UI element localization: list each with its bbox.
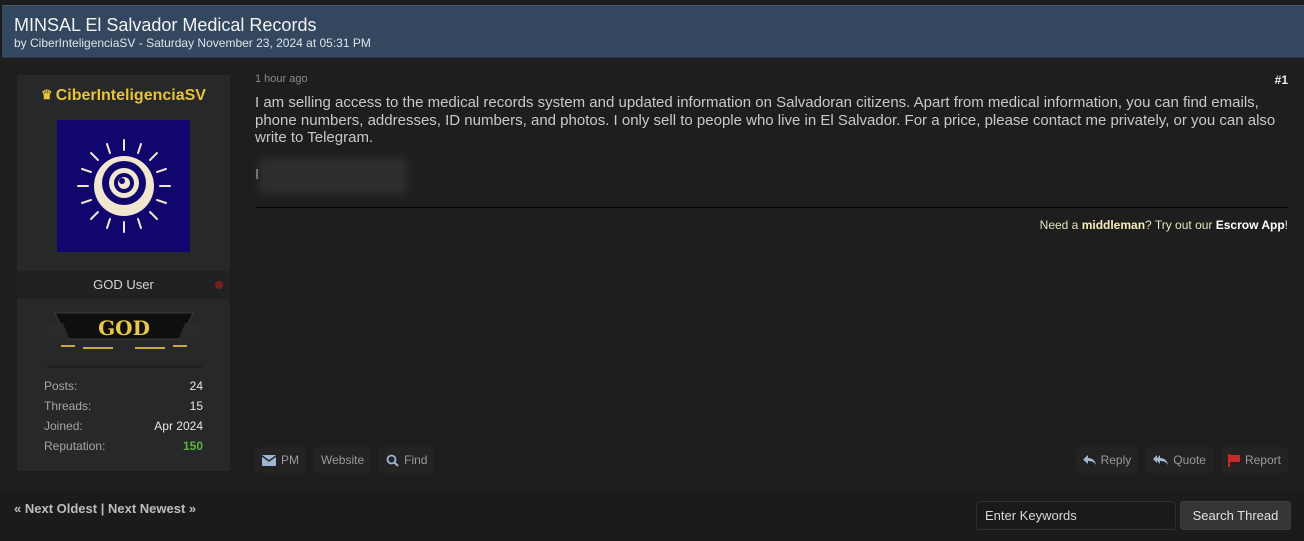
stat-label: Joined: <box>44 419 83 433</box>
thread-meta: by CiberInteligenciaSV - Saturday Novemb… <box>14 36 371 50</box>
post-actions-right: Reply Quote Report <box>1075 447 1288 473</box>
search-icon <box>386 454 399 467</box>
thread-footer: « Next Oldest | Next Newest » Search Thr… <box>0 490 1304 541</box>
stat-label: Reputation: <box>44 439 106 453</box>
post-number-link[interactable]: #1 <box>1275 73 1288 87</box>
report-label: Report <box>1244 453 1281 467</box>
flag-icon <box>1227 453 1240 467</box>
next-oldest-link[interactable]: « Next Oldest <box>14 501 97 516</box>
badge-text: GOD <box>98 316 150 340</box>
sig-text: ? Try out our <box>1145 218 1216 232</box>
stat-value: Apr 2024 <box>154 419 203 433</box>
stat-label: Threads: <box>44 399 92 413</box>
search-keywords-input[interactable] <box>976 501 1176 530</box>
stat-joined: Joined: Apr 2024 <box>44 419 203 439</box>
username-text: CiberInteligenciaSV <box>55 87 206 104</box>
quote-button[interactable]: Quote <box>1146 447 1213 473</box>
stat-threads: Threads: 15 <box>44 399 203 419</box>
report-button[interactable]: Report <box>1220 447 1288 473</box>
author-panel: ♛ CiberInteligenciaSV GOD User GOD Posts… <box>17 75 230 471</box>
post: ♛ CiberInteligenciaSV GOD User GOD Posts… <box>0 58 1304 490</box>
middleman-link[interactable]: middleman <box>1082 218 1145 232</box>
signature-divider <box>255 207 1288 208</box>
reply-button[interactable]: Reply <box>1075 447 1139 473</box>
stat-label: Posts: <box>44 379 78 393</box>
reply-icon <box>1082 455 1096 465</box>
author-details: GOD Posts: 24 Threads: 15 Joined: Apr 20… <box>17 299 230 471</box>
author-username[interactable]: ♛ CiberInteligenciaSV <box>17 87 230 105</box>
stat-value: 24 <box>189 379 203 393</box>
sig-text: ! <box>1284 218 1288 232</box>
envelope-icon <box>262 454 276 466</box>
quote-label: Quote <box>1173 453 1206 467</box>
crown-icon: ♛ <box>41 87 53 102</box>
nav-separator: | <box>97 501 108 516</box>
post-body: I am selling access to the medical recor… <box>255 94 1276 146</box>
website-label: Website <box>321 453 365 467</box>
stat-value: 15 <box>189 399 203 413</box>
stat-reputation: Reputation: 150 <box>44 439 203 459</box>
website-button[interactable]: Website <box>314 447 372 473</box>
sig-text: Need a <box>1039 218 1082 232</box>
redacted-contact: I <box>255 158 415 194</box>
author-profile: ♛ CiberInteligenciaSV <box>17 75 230 271</box>
post-actions-left: PM Website Find <box>255 447 435 473</box>
god-badge-icon: GOD <box>43 312 205 349</box>
search-thread-button[interactable]: Search Thread <box>1180 501 1291 530</box>
quote-icon <box>1153 455 1169 465</box>
offline-status-icon <box>215 281 223 289</box>
post-time: 1 hour ago <box>255 73 308 85</box>
usertitle-row: GOD User <box>17 271 230 299</box>
signature: Need a middleman? Try out our Escrow App… <box>1040 218 1288 232</box>
thread-navigation: « Next Oldest | Next Newest » <box>14 501 196 516</box>
escrow-app-link[interactable]: Escrow App <box>1216 218 1285 232</box>
reply-label: Reply <box>1100 453 1132 467</box>
pm-label: PM <box>281 453 299 467</box>
author-stats: Posts: 24 Threads: 15 Joined: Apr 2024 R… <box>44 379 203 459</box>
next-newest-link[interactable]: Next Newest » <box>108 501 196 516</box>
stat-posts: Posts: 24 <box>44 379 203 399</box>
thread-header: MINSAL El Salvador Medical Records by Ci… <box>2 5 1304 58</box>
avatar[interactable] <box>57 120 190 252</box>
thread-title: MINSAL El Salvador Medical Records <box>14 15 317 35</box>
eye-sun-icon <box>76 139 171 233</box>
blurred-text <box>259 158 407 194</box>
find-button[interactable]: Find <box>379 447 435 473</box>
badge-divider <box>47 365 202 368</box>
pm-button[interactable]: PM <box>255 447 306 473</box>
find-label: Find <box>404 453 428 467</box>
user-title: GOD User <box>93 277 154 292</box>
reputation-value[interactable]: 150 <box>183 439 203 459</box>
